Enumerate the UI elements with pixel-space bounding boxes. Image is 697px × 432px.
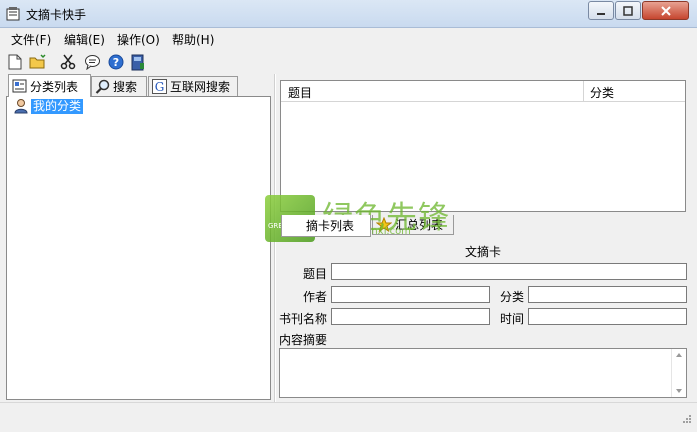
tab-category-list-label: 分类列表	[30, 79, 79, 94]
user-icon	[14, 99, 28, 114]
book-icon	[131, 54, 144, 70]
magnifier-icon	[95, 79, 110, 94]
title-field[interactable]	[331, 263, 687, 280]
resize-grip-icon[interactable]	[680, 414, 692, 426]
minimize-button[interactable]	[588, 1, 614, 20]
new-file-button[interactable]	[6, 53, 24, 71]
maximize-icon	[623, 5, 633, 16]
tab-card-list[interactable]: 摘卡列表	[281, 215, 371, 237]
menu-edit[interactable]: 编辑(E)	[64, 31, 105, 48]
app-icon	[5, 6, 21, 22]
comment-button[interactable]	[83, 53, 101, 71]
label-time: 时间	[500, 312, 525, 326]
tab-internet-search-label: 互联网搜索	[170, 80, 231, 94]
form-title: 文摘卡	[464, 245, 501, 259]
minimize-icon	[597, 12, 605, 15]
window-title: 文摘卡快手	[26, 8, 87, 22]
list-header	[281, 81, 685, 102]
label-title: 题目	[303, 267, 328, 281]
close-button[interactable]	[642, 1, 689, 20]
time-field[interactable]	[528, 308, 687, 325]
category-tree[interactable]	[6, 96, 271, 400]
comment-icon	[84, 55, 100, 70]
label-summary: 内容摘要	[279, 333, 328, 347]
column-separator[interactable]	[583, 81, 584, 102]
column-header-category[interactable]: 分类	[590, 84, 614, 101]
label-publication: 书刊名称	[279, 312, 328, 326]
tree-item-my-category[interactable]: 我的分类	[13, 98, 84, 114]
column-header-title[interactable]: 题目	[288, 84, 312, 101]
category-list-icon	[12, 79, 27, 93]
tab-search-label: 搜索	[113, 80, 138, 94]
tree-item-label: 我的分类	[31, 98, 84, 114]
google-g-icon: G	[152, 79, 167, 94]
close-icon	[660, 5, 671, 16]
toolbar	[0, 50, 697, 74]
new-file-icon	[8, 54, 22, 70]
summary-scrollbar[interactable]	[671, 349, 686, 397]
scissors-icon	[60, 54, 76, 70]
menu-help[interactable]: 帮助(H)	[172, 31, 214, 48]
scroll-down-icon	[676, 389, 682, 393]
tab-card-list-label: 摘卡列表	[306, 219, 355, 233]
help-icon: ?	[108, 54, 124, 70]
status-bar	[0, 402, 697, 432]
summary-textarea[interactable]	[279, 348, 687, 398]
cut-button[interactable]	[59, 53, 77, 71]
help-button[interactable]: ?	[107, 53, 125, 71]
label-author: 作者	[303, 290, 328, 304]
category-field[interactable]	[528, 286, 687, 303]
scroll-up-icon	[676, 353, 682, 357]
open-folder-button[interactable]	[29, 53, 47, 71]
author-field[interactable]	[331, 286, 490, 303]
tab-search[interactable]: 搜索	[91, 76, 147, 96]
menu-file[interactable]: 文件(F)	[11, 31, 51, 48]
publication-field[interactable]	[331, 308, 490, 325]
tab-category-list[interactable]: 分类列表	[8, 74, 91, 97]
open-folder-icon	[29, 54, 46, 69]
tab-internet-search[interactable]: G 互联网搜索	[148, 76, 238, 96]
svg-text:G: G	[155, 80, 165, 94]
menu-operate[interactable]: 操作(O)	[117, 31, 160, 48]
svg-text:?: ?	[113, 56, 119, 69]
label-category: 分类	[500, 290, 525, 304]
maximize-button[interactable]	[615, 1, 641, 20]
book-button[interactable]	[129, 53, 147, 71]
